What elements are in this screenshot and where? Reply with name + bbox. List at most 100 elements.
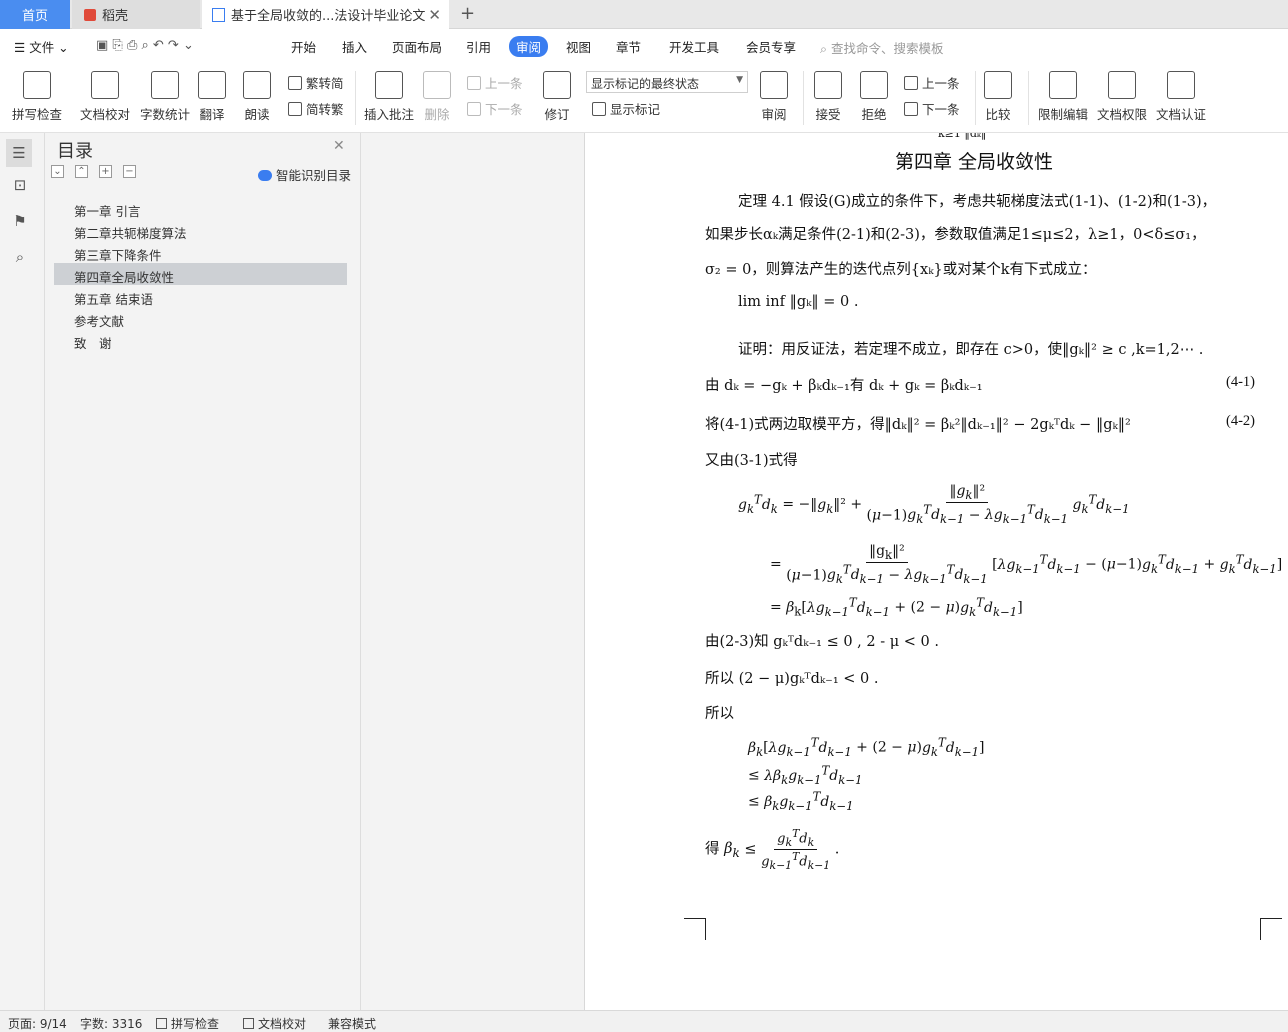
equation-number: (4-1) xyxy=(1226,374,1255,390)
menu-member[interactable]: 会员专享 xyxy=(746,37,796,56)
toc-item[interactable]: 第二章共轭梯度算法 xyxy=(54,219,347,241)
bookmark-icon[interactable]: ⚑ xyxy=(11,212,29,230)
translate-icon xyxy=(198,71,226,99)
equation-block-6: ≤ βkgk−1Tdk−1 xyxy=(748,789,854,813)
compare-button[interactable]: 比较 xyxy=(984,71,1012,123)
doc-rights-button[interactable]: 文档权限 xyxy=(1097,71,1147,123)
review-pane-icon xyxy=(760,71,788,99)
dropdown-icon: ▼ xyxy=(736,75,743,85)
proof-line: 证明：用反证法，若定理不成立，即存在 c>0，使‖gₖ‖² ≥ c ,k=1,2… xyxy=(738,342,1204,358)
toc-item[interactable]: 参考文献 xyxy=(54,307,347,329)
file-menu[interactable]: ☰ 文件 ⌄ xyxy=(14,37,69,56)
prev-change-icon xyxy=(904,75,918,90)
compat-mode: 兼容模式 xyxy=(328,1017,377,1031)
toc-item[interactable]: 第五章 结束语 xyxy=(54,285,347,307)
word-doc-icon xyxy=(212,7,225,22)
next-change-button[interactable]: 下一条 xyxy=(904,99,960,118)
trad-simp-icon xyxy=(288,75,302,90)
search-icon[interactable]: ⌕ xyxy=(11,248,29,266)
comment-icon xyxy=(375,71,403,99)
command-search[interactable]: ⌕ 查找命令、搜索模板 xyxy=(820,38,944,57)
accept-icon xyxy=(814,71,842,99)
read-aloud-icon xyxy=(243,71,271,99)
toc-item[interactable]: 第一章 引言 xyxy=(54,197,347,219)
compare-icon xyxy=(984,71,1012,99)
read-aloud-button[interactable]: 朗读 xyxy=(243,71,271,123)
daoke-icon xyxy=(84,8,96,21)
toc-item[interactable]: 致 谢 xyxy=(54,329,347,351)
menu-review[interactable]: 审阅 xyxy=(509,36,549,57)
prev-change-button[interactable]: 上一条 xyxy=(904,73,960,92)
tab-daoke[interactable]: 稻壳 xyxy=(72,0,200,29)
track-changes-button[interactable]: 修订 xyxy=(543,71,571,123)
theorem-line-3: σ₂ = 0，则算法产生的迭代点列{xₖ}或对某个k有下式成立： xyxy=(705,262,1097,278)
markup-state-select[interactable]: 显示标记的最终状态 ▼ xyxy=(586,71,748,93)
spell-check-status[interactable]: 拼写检查 xyxy=(156,1015,219,1032)
menu-view[interactable]: 视图 xyxy=(566,37,591,56)
doc-proof-icon xyxy=(91,71,119,99)
next-change-icon xyxy=(904,101,918,116)
menu-insert[interactable]: 插入 xyxy=(342,37,367,56)
prev-icon xyxy=(467,75,481,90)
quick-access-icons[interactable]: ▣ ⎘ ⎙ ⌕ ↶ ↷ ⌄ xyxy=(96,38,194,53)
new-tab-button[interactable]: + xyxy=(460,3,475,24)
menu-start[interactable]: 开始 xyxy=(291,37,316,56)
delete-comment-icon xyxy=(423,71,451,99)
proof-status[interactable]: 文档校对 xyxy=(243,1015,306,1032)
text-line: 又由(3-1)式得 xyxy=(705,453,798,469)
doc-auth-button[interactable]: 文档认证 xyxy=(1156,71,1206,123)
trad-to-simp-button[interactable]: 繁转简 xyxy=(288,73,344,92)
formula-4-1: 由 dₖ = −gₖ + βₖdₖ₋₁有 dₖ + gₖ = βₖdₖ₋₁ xyxy=(705,378,983,394)
word-count-button[interactable]: 字数统计 xyxy=(140,71,190,123)
show-markup-icon xyxy=(592,101,606,116)
spell-check-icon xyxy=(23,71,51,99)
insert-comment-button[interactable]: 插入批注 xyxy=(364,71,414,123)
review-ribbon: 拼写检查 文档校对 字数统计 翻译 朗读 繁转简 简转繁 插入批注 删除 上一条… xyxy=(0,65,1288,133)
expand-icon[interactable]: ⌃ xyxy=(75,165,88,178)
doc-rights-icon xyxy=(1108,71,1136,99)
menu-reference[interactable]: 引用 xyxy=(466,37,491,56)
equation-block-1: gkTdk = −‖gk‖² + ‖gk‖² (μ−1)gkTdk−1 − λgk… xyxy=(738,483,1130,527)
accept-button[interactable]: 接受 xyxy=(814,71,842,123)
add-level-icon[interactable]: + xyxy=(99,165,112,178)
remove-level-icon[interactable]: − xyxy=(123,165,136,178)
menu-devtools[interactable]: 开发工具 xyxy=(669,37,719,56)
close-icon[interactable]: ✕ xyxy=(333,138,345,154)
smart-toc-button[interactable]: 智能识别目录 xyxy=(258,165,351,184)
theorem-line-1: 定理 4.1 假设(G)成立的条件下，考虑共轭梯度法式(1-1)、(1-2)和(… xyxy=(738,194,1217,210)
document-page[interactable]: k≥1 ‖dₖ‖ 第四章 全局收敛性 定理 4.1 假设(G)成立的条件下，考虑… xyxy=(586,133,1288,1010)
tab-home[interactable]: 首页 xyxy=(0,0,70,29)
restrict-edit-icon xyxy=(1049,71,1077,99)
theorem-line-2: 如果步长αₖ满足条件(2-1)和(2-3)，参数取值满足1≤μ≤2，λ≥1，0<… xyxy=(705,227,1206,243)
chapter-nav-icon[interactable]: ⊡ xyxy=(11,176,29,194)
menu-layout[interactable]: 页面布局 xyxy=(392,37,442,56)
translate-button[interactable]: 翻译 xyxy=(198,71,226,123)
text-line: 所以 xyxy=(705,706,734,722)
spell-check-button[interactable]: 拼写检查 xyxy=(12,71,62,123)
review-pane-button[interactable]: 审阅 xyxy=(760,71,788,123)
search-icon: ⌕ xyxy=(820,41,831,56)
toc-item[interactable]: 第三章下降条件 xyxy=(54,241,347,263)
next-comment-button[interactable]: 下一条 xyxy=(467,99,523,118)
menu-chapter[interactable]: 章节 xyxy=(616,37,641,56)
toc-panel-icon[interactable]: ☰ xyxy=(6,139,32,167)
simp-to-trad-button[interactable]: 简转繁 xyxy=(288,99,344,118)
prev-comment-button[interactable]: 上一条 xyxy=(467,73,523,92)
nav-strip: ☰ ⊡ ⚑ ⌕ xyxy=(0,133,45,1010)
workspace-margin xyxy=(361,133,585,1010)
formula-4-2: 将(4-1)式两边取模平方，得‖dₖ‖² = βₖ²‖dₖ₋₁‖² − 2gₖᵀ… xyxy=(705,417,1131,433)
toc-item-selected[interactable]: 第四章全局收敛性 xyxy=(54,263,347,285)
reject-button[interactable]: 拒绝 xyxy=(860,71,888,123)
collapse-icon[interactable]: ⌄ xyxy=(51,165,64,178)
page-indicator[interactable]: 页面: 9/14 xyxy=(8,1015,67,1032)
doc-proof-button[interactable]: 文档校对 xyxy=(80,71,130,123)
equation-block-2: = ‖gk‖² (μ−1)gkTdk−1 − λgk−1Tdk−1 [λgk−1T… xyxy=(770,543,1283,587)
delete-comment-button[interactable]: 删除 xyxy=(423,71,451,123)
crop-mark xyxy=(684,918,706,940)
tab-document[interactable]: 基于全局收敛的...法设计毕业论文 ✕ xyxy=(202,0,449,29)
show-markup-button[interactable]: 显示标记 xyxy=(592,99,660,118)
close-tab-icon[interactable]: ✕ xyxy=(428,6,441,24)
restrict-edit-button[interactable]: 限制编辑 xyxy=(1038,71,1088,123)
text-line: 所以 (2 − μ)gₖᵀdₖ₋₁ < 0 . xyxy=(705,671,879,687)
word-count[interactable]: 字数: 3316 xyxy=(80,1015,142,1032)
